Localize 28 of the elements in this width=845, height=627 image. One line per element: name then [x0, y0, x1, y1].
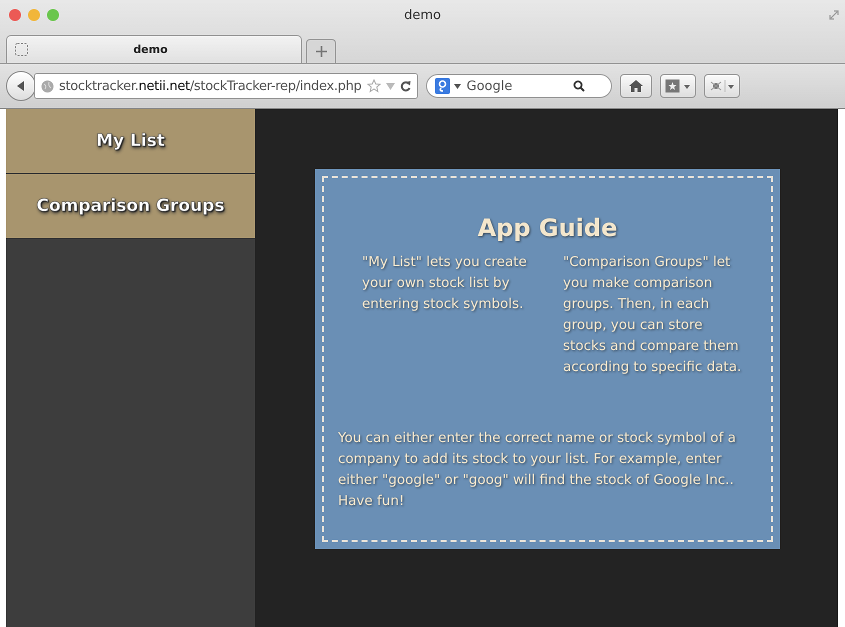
- new-tab-button[interactable]: [306, 39, 336, 63]
- guide-paragraph: "Comparison Groups" let you make comparison groups. Then, in each group, you can store stocks and compare them according to specific data.: [563, 253, 742, 377]
- guide-paragraph: "My List" lets you create your own stock list by entering stock symbols.: [362, 253, 528, 314]
- close-button[interactable]: [9, 9, 21, 21]
- search-input[interactable]: Google: [464, 78, 569, 94]
- bookmarks-button[interactable]: [660, 74, 696, 98]
- bookmark-star-icon: [664, 79, 691, 93]
- home-button[interactable]: [620, 74, 652, 98]
- address-field[interactable]: stocktracker.netii.net/stockTracker-rep/index.php: [34, 73, 418, 99]
- star-icon[interactable]: [366, 79, 381, 93]
- home-icon: [628, 80, 643, 92]
- plus-icon: [316, 46, 326, 57]
- window-title: demo: [403, 8, 442, 22]
- extension-button[interactable]: [704, 74, 740, 98]
- url-text: stocktracker.netii.net/stockTracker-rep/index.php: [59, 78, 362, 94]
- back-button[interactable]: [6, 71, 36, 101]
- guide-paragraph: You can either enter the correct name or stock symbol of a company to add its stock to your list. For example, enter either "google" or "goog" will find the stock of Google Inc.. Have fun!: [338, 429, 737, 511]
- fullscreen-icon[interactable]: [829, 10, 839, 20]
- dropdown-icon[interactable]: [454, 84, 461, 88]
- guide-title: App Guide: [476, 214, 618, 242]
- search-engine-icon[interactable]: [434, 78, 450, 94]
- back-arrow-icon: [15, 80, 27, 92]
- search-field[interactable]: Google: [426, 74, 612, 98]
- tab-icon: [15, 43, 28, 56]
- globe-icon: [41, 80, 54, 92]
- search-icon[interactable]: [572, 80, 585, 92]
- reload-icon[interactable]: [400, 80, 411, 92]
- browser-tab[interactable]: demo: [6, 35, 302, 63]
